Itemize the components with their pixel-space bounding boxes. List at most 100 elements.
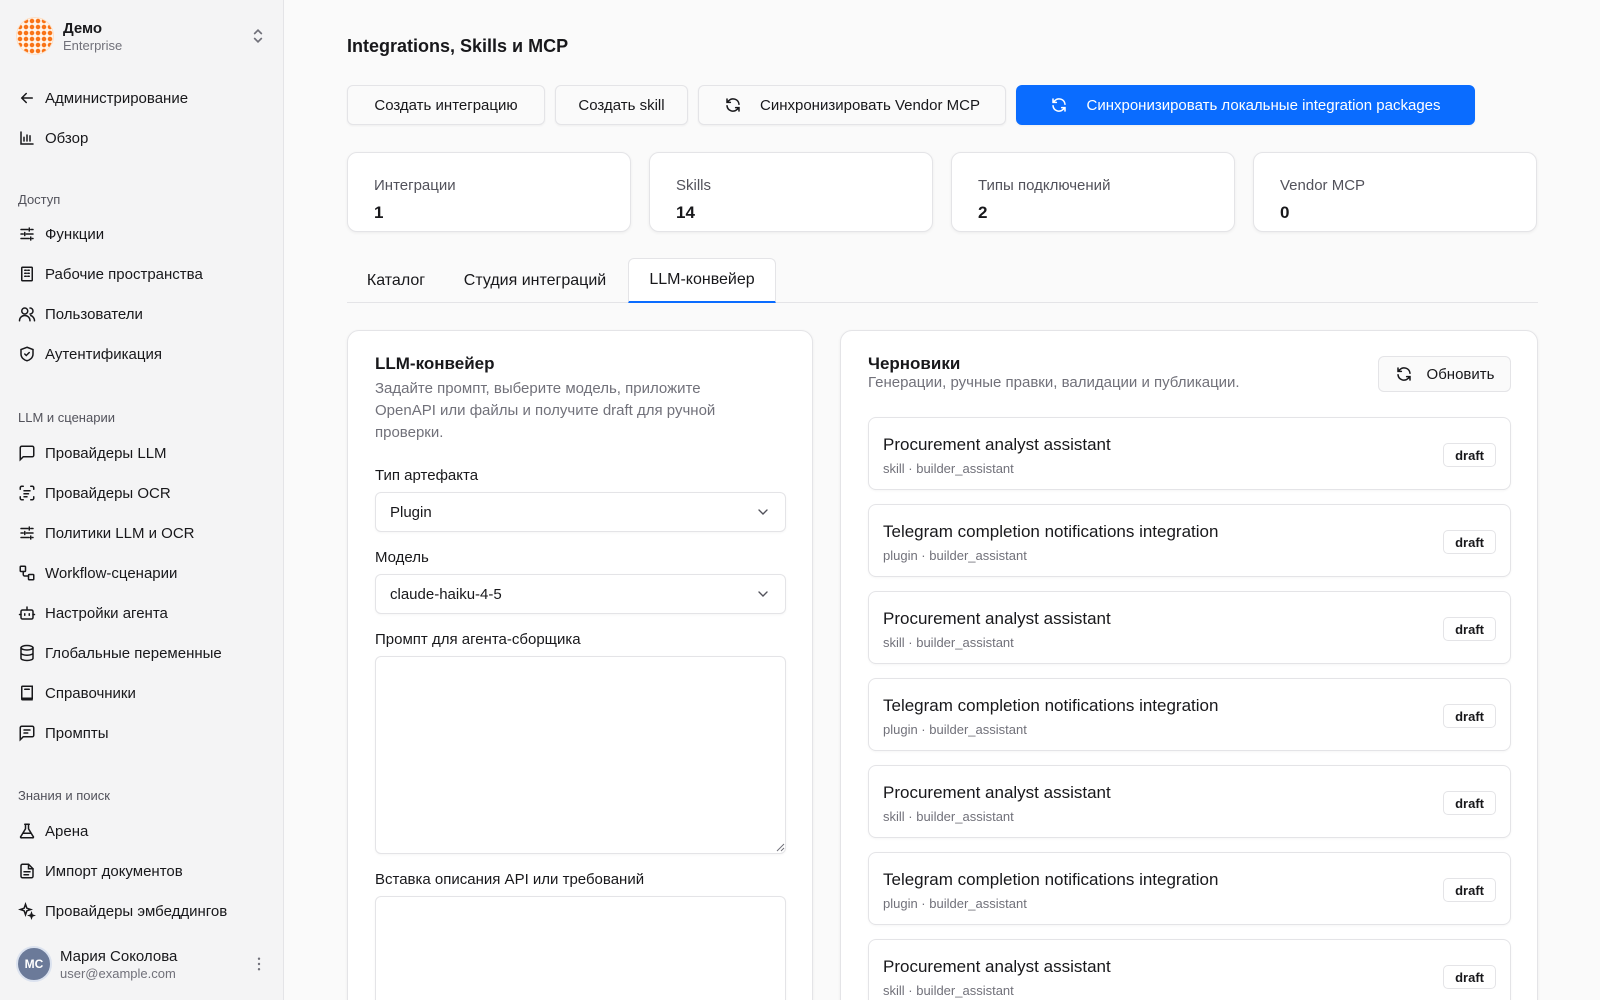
draft-title: Procurement analyst assistant bbox=[883, 957, 1111, 976]
create-skill-button[interactable]: Создать skill bbox=[555, 85, 688, 125]
artifact-type-select[interactable]: Plugin bbox=[375, 492, 786, 532]
database-icon bbox=[20, 644, 34, 662]
more-vertical-icon[interactable] bbox=[250, 955, 268, 973]
nav-label: Рабочие пространства bbox=[45, 265, 203, 283]
nav-label: Аутентификация bbox=[45, 345, 162, 363]
draft-item[interactable]: Telegram completion notifications integr… bbox=[868, 852, 1511, 925]
nav-label: Функции bbox=[45, 225, 105, 243]
draft-meta: plugin · builder_assistant bbox=[883, 548, 1027, 563]
model-select[interactable]: claude-haiku-4-5 bbox=[375, 574, 786, 614]
workspace-switcher[interactable]: Демо Enterprise bbox=[16, 14, 268, 58]
book-icon bbox=[21, 685, 33, 701]
stat-value: 0 bbox=[1280, 203, 1290, 222]
button-label: Синхронизировать Vendor MCP bbox=[760, 96, 980, 114]
status-badge: draft bbox=[1443, 530, 1496, 554]
nav-doc-import[interactable]: Импорт документов bbox=[10, 854, 274, 888]
nav-label: Импорт документов bbox=[45, 862, 183, 880]
nav-functions[interactable]: Функции bbox=[10, 217, 274, 251]
llm-pipeline-card: LLM-конвейер Задайте промпт, выберите мо… bbox=[347, 330, 813, 1000]
message-square-icon bbox=[19, 445, 35, 462]
nav-workspaces[interactable]: Рабочие пространства bbox=[10, 257, 274, 291]
nav-label: Обзор bbox=[45, 129, 89, 147]
draft-title: Procurement analyst assistant bbox=[883, 783, 1111, 802]
status-badge: draft bbox=[1443, 791, 1496, 815]
draft-title: Telegram completion notifications integr… bbox=[883, 522, 1219, 541]
nav-label: Настройки агента bbox=[45, 604, 168, 622]
stat-card-connection-types: Типы подключений 2 bbox=[951, 152, 1235, 232]
draft-item[interactable]: Telegram completion notifications integr… bbox=[868, 678, 1511, 751]
status-badge: draft bbox=[1443, 704, 1496, 728]
draft-title: Telegram completion notifications integr… bbox=[883, 696, 1219, 715]
description-line: проверки. bbox=[375, 424, 444, 441]
description-line: OpenAPI или файлы и получите draft для р… bbox=[375, 402, 716, 419]
nav-agent-settings[interactable]: Настройки агента bbox=[10, 596, 274, 630]
nav-label: Провайдеры OCR bbox=[45, 484, 171, 502]
draft-meta: skill · builder_assistant bbox=[883, 461, 1014, 476]
nav-dictionaries[interactable]: Справочники bbox=[10, 676, 274, 710]
nav-global-vars[interactable]: Глобальные переменные bbox=[10, 636, 274, 670]
nav-prompts[interactable]: Промпты bbox=[10, 716, 274, 750]
nav-arena[interactable]: Арена bbox=[10, 814, 274, 848]
nav-label: Провайдеры эмбеддингов bbox=[45, 902, 228, 920]
description-line: Задайте промпт, выберите модель, приложи… bbox=[375, 380, 701, 397]
tab-studio[interactable]: Студия интеграций bbox=[452, 258, 618, 303]
nav-users[interactable]: Пользователи bbox=[10, 297, 274, 331]
tab-llm-pipeline[interactable]: LLM-конвейер bbox=[628, 258, 776, 303]
api-description-textarea[interactable] bbox=[375, 896, 786, 1000]
sparkles-icon bbox=[18, 902, 36, 920]
scan-text-icon bbox=[19, 485, 35, 501]
resize-grip-icon[interactable] bbox=[775, 842, 785, 852]
arrow-left-icon bbox=[20, 92, 33, 104]
tab-catalog[interactable]: Каталог bbox=[347, 258, 445, 303]
card-description: Задайте промпт, выберите модель, приложи… bbox=[375, 378, 715, 444]
nav-workflows[interactable]: Workflow-сценарии bbox=[10, 556, 274, 590]
nav-llm-ocr-policies[interactable]: Политики LLM и OCR bbox=[10, 516, 274, 550]
draft-item[interactable]: Procurement analyst assistant skill · bu… bbox=[868, 939, 1511, 1000]
draft-item[interactable]: Telegram completion notifications integr… bbox=[868, 504, 1511, 577]
button-label: Создать skill bbox=[578, 96, 665, 114]
stat-value: 14 bbox=[676, 203, 695, 222]
status-badge: draft bbox=[1443, 617, 1496, 641]
sync-vendor-mcp-button[interactable]: Синхронизировать Vendor MCP bbox=[698, 85, 1006, 125]
chevron-up-down-icon bbox=[253, 28, 263, 44]
nav-label: Арена bbox=[45, 822, 89, 840]
stat-value: 2 bbox=[978, 203, 988, 222]
sliders-icon bbox=[20, 526, 34, 540]
shield-check-icon bbox=[20, 346, 34, 362]
prompt-textarea[interactable] bbox=[375, 656, 786, 854]
nav-overview[interactable]: Обзор bbox=[10, 121, 274, 155]
card-title: LLM-конвейер bbox=[375, 354, 495, 373]
refresh-drafts-button[interactable]: Обновить bbox=[1378, 356, 1511, 392]
main-content: Integrations, Skills и MCP Создать интег… bbox=[284, 0, 1600, 1000]
nav-back-admin[interactable]: Администрирование bbox=[10, 81, 274, 115]
prompt-label: Промпт для агента-сборщика bbox=[375, 631, 581, 648]
draft-item[interactable]: Procurement analyst assistant skill · bu… bbox=[868, 591, 1511, 664]
flask-icon bbox=[19, 823, 35, 839]
sync-local-packages-button[interactable]: Синхронизировать локальные integration p… bbox=[1016, 85, 1475, 125]
model-label: Модель bbox=[375, 549, 429, 566]
draft-item[interactable]: Procurement analyst assistant skill · bu… bbox=[868, 765, 1511, 838]
card-subtitle: Генерации, ручные правки, валидации и пу… bbox=[868, 374, 1240, 391]
stat-label: Vendor MCP bbox=[1280, 177, 1366, 194]
nav-llm-providers[interactable]: Провайдеры LLM bbox=[10, 436, 274, 470]
stat-value: 1 bbox=[374, 203, 384, 222]
create-integration-button[interactable]: Создать интеграцию bbox=[347, 85, 545, 125]
artifact-type-label: Тип артефакта bbox=[375, 467, 479, 484]
sliders-icon bbox=[20, 227, 34, 241]
sidebar: Демо Enterprise Администрирование Обзор … bbox=[0, 0, 284, 1000]
draft-item[interactable]: Procurement analyst assistant skill · bu… bbox=[868, 417, 1511, 490]
tab-bar: Каталог Студия интеграций LLM-конвейер bbox=[347, 258, 1538, 303]
nav-ocr-providers[interactable]: Провайдеры OCR bbox=[10, 476, 274, 510]
brand-plan: Enterprise bbox=[63, 37, 123, 53]
nav-label: Глобальные переменные bbox=[45, 644, 222, 662]
draft-title: Procurement analyst assistant bbox=[883, 609, 1111, 628]
user-menu[interactable]: МС Мария Соколова user@example.com bbox=[16, 942, 268, 986]
stat-card-skills: Skills 14 bbox=[649, 152, 933, 232]
nav-embedding-providers[interactable]: Провайдеры эмбеддингов bbox=[10, 894, 274, 928]
bar-chart-icon bbox=[20, 131, 34, 145]
nav-label: Пользователи bbox=[45, 305, 143, 323]
status-badge: draft bbox=[1443, 965, 1496, 989]
nav-section-knowledge: Знания и поиск bbox=[18, 788, 110, 803]
nav-auth[interactable]: Аутентификация bbox=[10, 337, 274, 371]
stat-label: Skills bbox=[676, 177, 712, 194]
